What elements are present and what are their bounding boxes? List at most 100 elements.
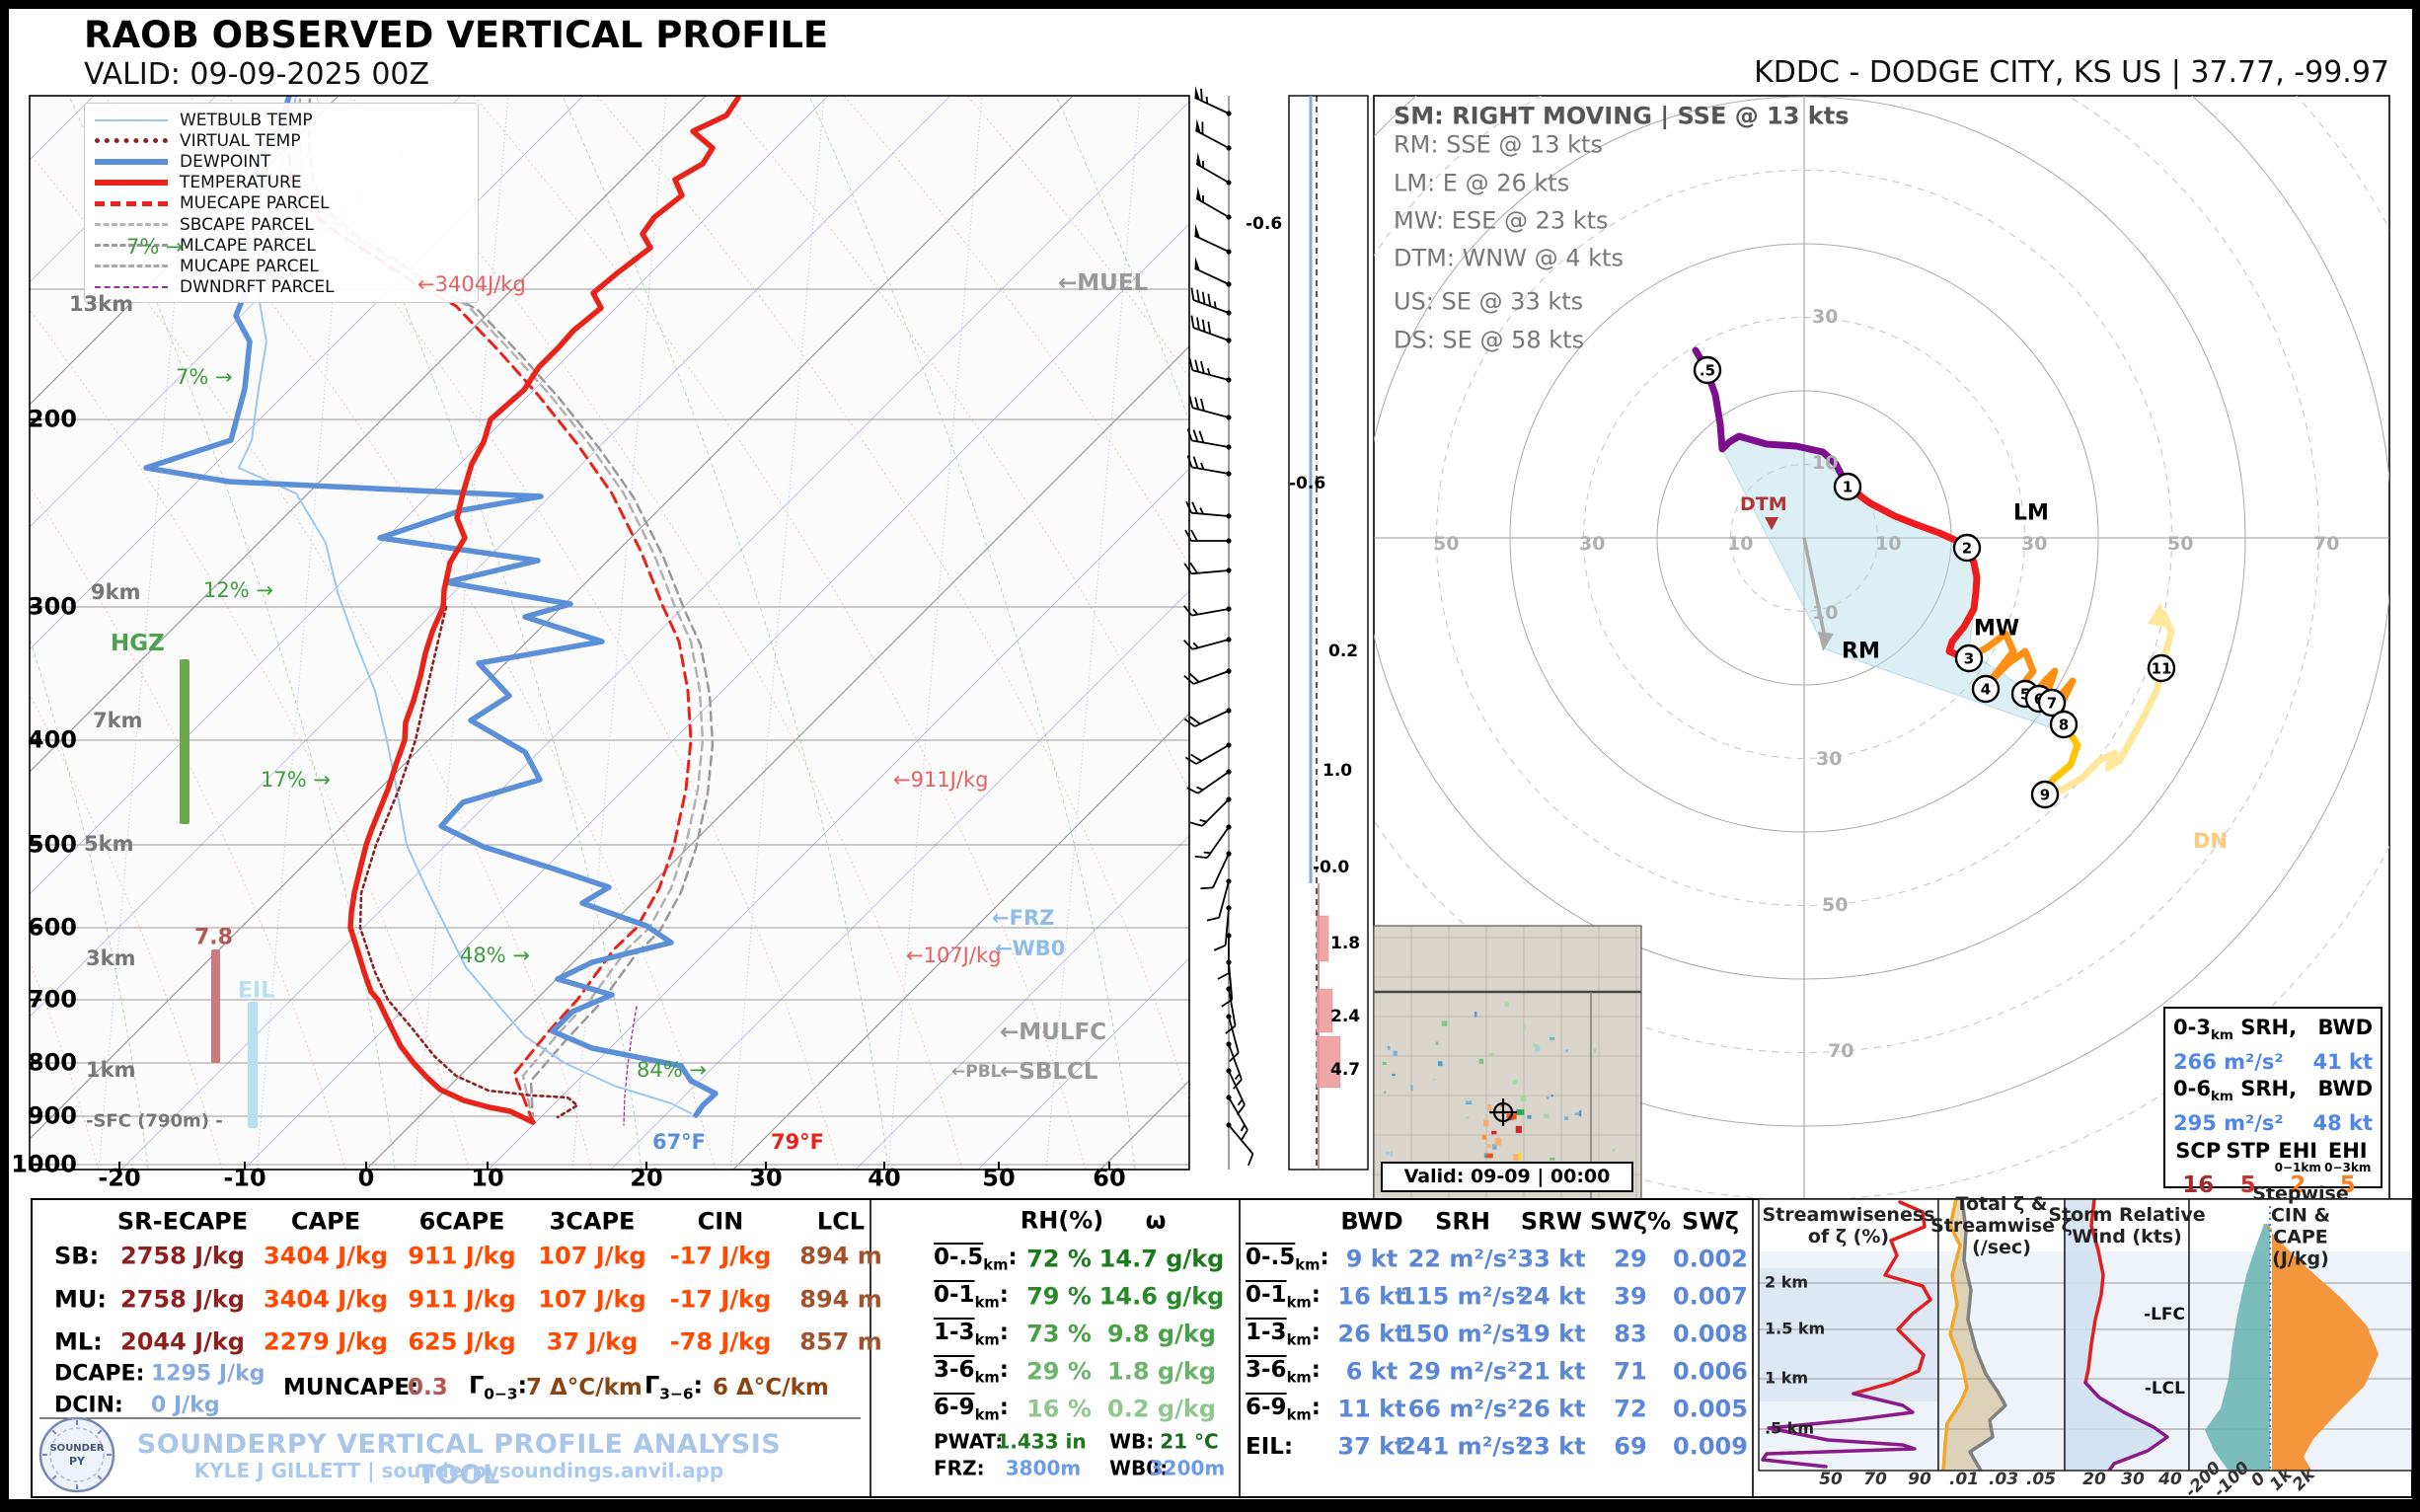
mini-chart-ylabel: 1.5 km bbox=[1765, 1322, 1825, 1338]
rh-header: RH(%) bbox=[1021, 1208, 1104, 1233]
shear-header: SWζ% bbox=[1590, 1209, 1671, 1234]
shear-row-label: 1-3km: bbox=[1246, 1321, 1321, 1348]
wind-barb bbox=[1218, 1014, 1243, 1062]
surface-dewpoint-label: 67°F bbox=[652, 1131, 706, 1153]
legend-line-sample-mucape bbox=[95, 265, 168, 267]
bwd-value: 41 kt bbox=[2312, 1049, 2373, 1076]
page-title: RAOB OBSERVED VERTICAL PROFILE bbox=[84, 14, 828, 56]
shear-value: 72 bbox=[1614, 1397, 1646, 1421]
svg-text:3: 3 bbox=[1964, 649, 1974, 667]
radar-map-inset bbox=[1374, 926, 1641, 1199]
height-label: 1km bbox=[86, 1059, 135, 1081]
shear-value: 0.005 bbox=[1673, 1397, 1748, 1421]
dcape-label: DCAPE: bbox=[54, 1362, 144, 1385]
thermo-value: 2758 J/kg bbox=[120, 1287, 245, 1312]
thermo-header: LCL bbox=[817, 1209, 865, 1234]
mixing-ratio-value: 14.7 g/kg bbox=[1099, 1247, 1225, 1271]
svg-text:PY: PY bbox=[69, 1455, 86, 1468]
index-header: STP bbox=[2224, 1139, 2274, 1172]
omega-value-label: -0.6 bbox=[1246, 216, 1282, 234]
svg-text:9: 9 bbox=[2040, 786, 2050, 803]
legend-item: DEWPOINT bbox=[95, 151, 478, 172]
level-annotation: ←911J/kg bbox=[893, 769, 988, 791]
shear-value: 23 kt bbox=[1517, 1434, 1585, 1459]
svg-text:8: 8 bbox=[2059, 716, 2069, 733]
lapse-value: 6 Δ°C/km bbox=[713, 1376, 829, 1399]
thermo-row-label: ML: bbox=[54, 1329, 103, 1354]
omega-value-label: 1.8 bbox=[1330, 936, 1360, 953]
shear-value: 29 bbox=[1614, 1247, 1646, 1271]
shear-row-label: 3-6km: bbox=[1246, 1358, 1321, 1386]
rh-row-label: 0-.5km: bbox=[934, 1246, 1018, 1273]
wind-barb bbox=[1185, 530, 1232, 544]
index-value: 16 bbox=[2173, 1172, 2224, 1198]
hodo-height-marker: 11 bbox=[2149, 655, 2174, 681]
wind-barb bbox=[1190, 790, 1233, 832]
lapse-label: Γ0−3: bbox=[469, 1374, 527, 1402]
mixing-ratio-value: 9.8 g/kg bbox=[1107, 1322, 1216, 1346]
lapse-label: Γ3−6: bbox=[644, 1374, 703, 1402]
shear-value: 26 kt bbox=[1517, 1397, 1585, 1421]
mini-chart-tick: 40 bbox=[2158, 1472, 2182, 1489]
thermo-header: 6CAPE bbox=[419, 1209, 505, 1234]
mini-chart-tick: .03 bbox=[1989, 1472, 2018, 1489]
svg-text:4: 4 bbox=[1981, 680, 1991, 698]
hodo-height-marker: 3 bbox=[1956, 645, 1982, 671]
temperature-tick-label: 50 bbox=[982, 1166, 1015, 1190]
pwat-value: 1.433 in bbox=[996, 1432, 1086, 1453]
surface-elevation-label: -SFC (790m) - bbox=[86, 1113, 223, 1132]
thermo-value: 2758 J/kg bbox=[120, 1244, 245, 1268]
eil-label: EIL bbox=[238, 979, 274, 1002]
thermo-value: 2279 J/kg bbox=[264, 1329, 388, 1354]
hodo-motion-label-dtm: DTM bbox=[1740, 495, 1787, 515]
index-header: EHI0−3km bbox=[2323, 1139, 2374, 1172]
storm-motion-line: SM: RIGHT MOVING | SSE @ 13 kts bbox=[1394, 104, 1850, 128]
svg-text:1: 1 bbox=[1843, 478, 1853, 495]
shear-value: 150 m²/s² bbox=[1399, 1322, 1526, 1346]
shear-value: 16 kt bbox=[1337, 1284, 1405, 1309]
index-header: EHI0−1km bbox=[2273, 1139, 2323, 1172]
hodo-ring-label: 50 bbox=[1822, 896, 1848, 916]
frz-label: FRZ: bbox=[934, 1459, 985, 1479]
pressure-tick-label: 700 bbox=[28, 987, 77, 1012]
hgz-label: HGZ bbox=[111, 632, 165, 655]
muncape-value: 0.3 bbox=[408, 1376, 448, 1399]
srh-row-label: 0-6km SRH, bbox=[2173, 1076, 2297, 1110]
thermo-value: 625 J/kg bbox=[408, 1329, 515, 1354]
hodo-ring-label: 10 bbox=[1727, 535, 1753, 555]
level-annotation: ←SBLCL bbox=[1000, 1060, 1098, 1084]
wind-barb bbox=[1187, 316, 1235, 344]
level-annotation: ←MUEL bbox=[1058, 271, 1148, 295]
svg-text:7: 7 bbox=[2047, 694, 2057, 712]
height-label: 7km bbox=[93, 710, 142, 731]
hodo-height-marker: 4 bbox=[1973, 676, 1999, 702]
temperature-tick-label: 20 bbox=[630, 1166, 662, 1190]
mini-chart-tick: .05 bbox=[2026, 1472, 2056, 1489]
hodo-height-marker: .5 bbox=[1695, 357, 1720, 383]
map-valid-label: Valid: 09-09 | 00:00 bbox=[1381, 1162, 1633, 1192]
rh-value: 79 % bbox=[1026, 1284, 1092, 1309]
svg-text:.5: .5 bbox=[1700, 361, 1715, 379]
frame-right bbox=[2412, 0, 2420, 1512]
thermo-value: 857 m bbox=[799, 1329, 881, 1354]
legend-line-sample-virtual bbox=[95, 138, 168, 143]
thermo-value: 3404 J/kg bbox=[264, 1287, 388, 1312]
temperature-tick-label: 40 bbox=[868, 1166, 900, 1190]
omega-value-label: -0.6 bbox=[1289, 476, 1325, 493]
shear-value: 0.008 bbox=[1673, 1322, 1748, 1346]
legend-item-label: SBCAPE PARCEL bbox=[180, 215, 314, 235]
hodo-motion-label-rm: RM bbox=[1842, 640, 1880, 662]
svg-text:SOUNDER: SOUNDER bbox=[49, 1443, 104, 1454]
thermo-value: 37 J/kg bbox=[547, 1329, 639, 1354]
omega-value-label: 0.2 bbox=[1328, 643, 1358, 661]
wb-value: 21 °C bbox=[1160, 1432, 1218, 1453]
frz-value: 3800m bbox=[1006, 1459, 1082, 1479]
dcape-value: 1295 J/kg bbox=[151, 1362, 265, 1385]
shear-value: 11 kt bbox=[1337, 1397, 1405, 1421]
legend-item: VIRTUAL TEMP bbox=[95, 130, 478, 151]
legend-item-label: MLCAPE PARCEL bbox=[180, 236, 316, 256]
shear-value: 22 m²/s² bbox=[1408, 1247, 1518, 1271]
rh-row-label: 3-6km: bbox=[934, 1358, 1009, 1386]
shear-value: 71 bbox=[1614, 1359, 1646, 1384]
shear-value: 24 kt bbox=[1517, 1284, 1585, 1309]
